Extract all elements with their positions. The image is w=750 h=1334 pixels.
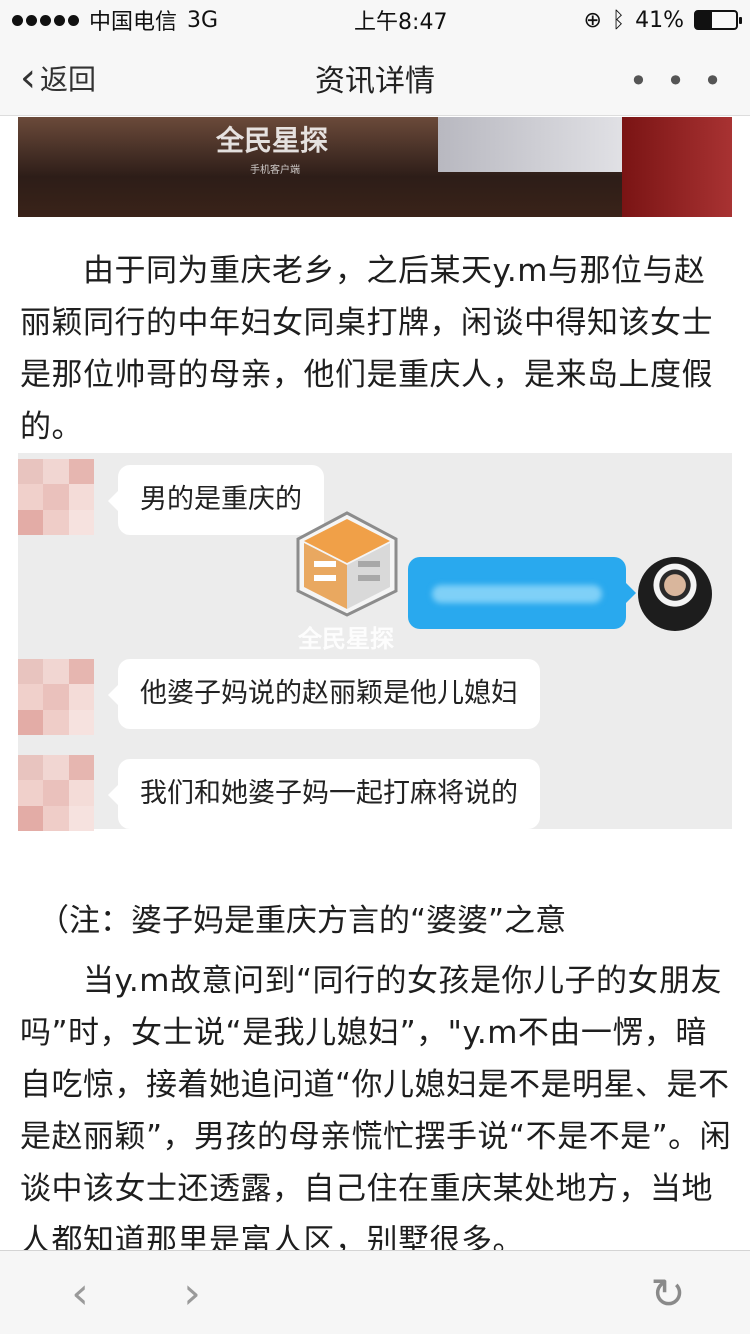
chat-watermark: 全民星探 — [298, 625, 394, 653]
page-title: 资讯详情 — [315, 63, 435, 99]
blurred-text — [432, 585, 602, 603]
article-paragraph-2: 当y.m故意问到“同行的女孩是你儿子的女朋友吗”时，女士说“是我儿媳妇”，"y.… — [20, 963, 732, 1250]
reload-icon[interactable]: ↻ — [640, 1251, 696, 1334]
bluetooth-icon: ᛒ — [611, 7, 626, 33]
status-bar: 中国电信 3G 上午8:47 ⊕ ᛒ 41% — [0, 0, 750, 40]
navigation-bar: ‹ 返回 资讯详情 • • • — [0, 40, 750, 116]
chat-bubble: 我们和她婆子妈一起打麻将说的 — [108, 759, 540, 829]
carrier-label: 中国电信 — [89, 10, 178, 35]
network-label: 3G — [187, 7, 219, 33]
rotation-lock-icon: ⊕ — [583, 7, 602, 33]
blurred-avatar — [18, 755, 94, 831]
back-arrow-icon[interactable]: ‹ — [58, 1251, 102, 1334]
watermark-logo-icon — [296, 511, 398, 617]
blurred-avatar — [18, 659, 94, 735]
chat-bubble-blurred — [408, 557, 636, 629]
back-label: 返回 — [40, 63, 97, 96]
hero-image: 全民星探 手机客户端 — [18, 117, 732, 217]
battery-icon — [693, 10, 742, 30]
chat-screenshot: 男的是重庆的 全民星探 他婆子妈说的赵丽颖是他儿媳妇 我们和她婆子妈一起打麻将说… — [18, 453, 732, 831]
chat-bubble: 他婆子妈说的赵丽颖是他儿媳妇 — [108, 659, 540, 729]
status-right: ⊕ ᛒ 41% — [583, 7, 742, 33]
back-button[interactable]: ‹ 返回 — [20, 40, 96, 116]
clock: 上午8:47 — [354, 10, 448, 35]
hero-watermark-sub: 手机客户端 — [250, 165, 300, 176]
more-options-button[interactable]: • • • — [629, 62, 726, 100]
article-paragraph-1: 由于同为重庆老乡，之后某天y.m与那位与赵丽颖同行的中年妇女同桌打牌，闲谈中得知… — [20, 253, 713, 445]
battery-percent: 41% — [635, 7, 684, 33]
chevron-left-icon: ‹ — [20, 55, 36, 101]
hero-image-red-area — [622, 117, 732, 217]
article-note: （注：婆子妈是重庆方言的“婆婆”之意 — [38, 903, 567, 939]
signal-strength-icon — [12, 14, 79, 26]
browser-toolbar: ‹ › ↻ — [0, 1250, 750, 1334]
hero-image-light-area — [438, 117, 638, 172]
article-content[interactable]: 全民星探 手机客户端 由于同为重庆老乡，之后某天y.m与那位与赵丽颖同行的中年妇… — [0, 117, 750, 1250]
forward-arrow-icon[interactable]: › — [170, 1251, 214, 1334]
hero-watermark: 全民星探 — [216, 124, 329, 157]
battery-fill — [695, 12, 713, 28]
blurred-avatar — [18, 459, 94, 535]
status-left: 中国电信 3G — [12, 4, 218, 36]
user-avatar — [638, 557, 712, 631]
